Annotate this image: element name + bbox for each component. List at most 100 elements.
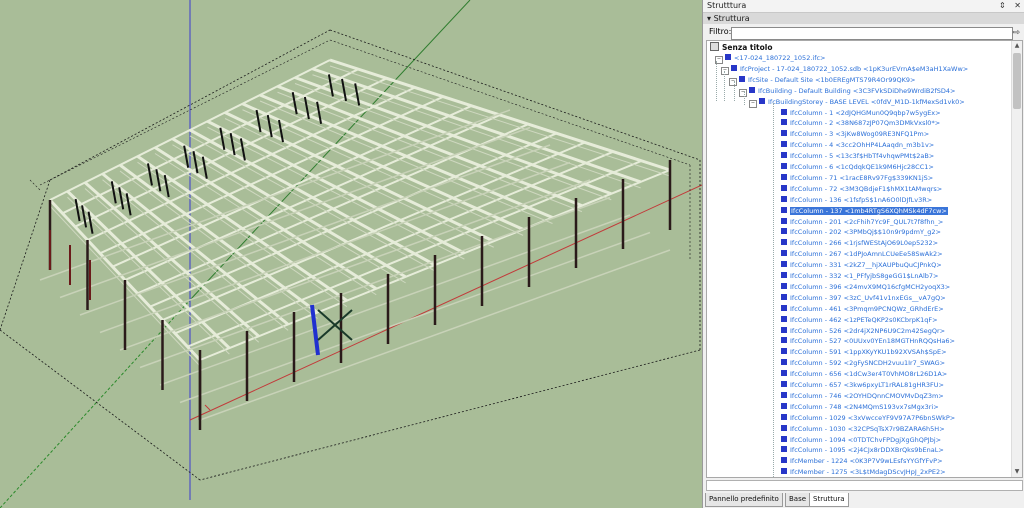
tree-branch-node[interactable]: − IfcProject - 17-024_180722_1052.sdb <1p… <box>721 64 969 75</box>
tree-leaf-node[interactable]: IfcColumn - 332 <1_PFfyjbS8geGG1$LnAlb7> <box>781 271 939 281</box>
pin-icon[interactable]: ⇕ <box>999 1 1006 10</box>
node-label: IfcProject - 17-024_180722_1052.sdb <1pK… <box>740 64 969 73</box>
tree-leaf-node[interactable]: IfcMember - 1275 <3L$tMdagDScvJHpJ_2xPE2… <box>781 467 946 477</box>
tree-guide-line <box>716 61 717 101</box>
tree-leaf-node[interactable]: IfcColumn - 462 <1zPETeQKP2s0KCbrpK1qF> <box>781 315 938 325</box>
structure-tree[interactable]: Senza titolo ▲ ▼ − <17-024_180722_1052.if… <box>706 40 1023 478</box>
tree-branch-node[interactable]: − IfcBuilding - Default Building <3C3FVkS… <box>739 86 956 97</box>
tree-scrollbar[interactable]: ▲ ▼ <box>1011 41 1022 477</box>
building-model[interactable] <box>0 0 702 508</box>
filter-input[interactable] <box>731 27 1013 40</box>
tab-structure[interactable]: Struttura <box>809 493 849 507</box>
tree-root[interactable]: Senza titolo <box>710 42 772 52</box>
node-label: IfcColumn - 656 <1dCw3er4T0VhMO8rL26D1A> <box>790 370 948 379</box>
node-label: IfcColumn - 137 <1mb4RTgS6XQhMSk4dF7cw> <box>790 206 948 215</box>
ifc-entity-icon <box>781 326 787 333</box>
node-label: IfcColumn - 1029 <3xVwcceYF9V97A7P6bnSWk… <box>790 413 956 422</box>
tree-leaf-node[interactable]: IfcColumn - 526 <2dr4jX2NP6U9C2m42SegQr> <box>781 326 945 336</box>
collapse-icon[interactable]: − <box>729 77 737 86</box>
clear-filter-icon[interactable]: ⇨ <box>1012 26 1020 40</box>
ifc-entity-icon <box>749 86 755 93</box>
ifc-entity-icon <box>739 75 745 82</box>
node-label: IfcColumn - 462 <1zPETeQKP2s0KCbrpK1qF> <box>790 315 938 324</box>
tree-leaf-node[interactable]: IfcColumn - 396 <24mvX9MQ16cfgMCH2yoqX3> <box>781 282 950 292</box>
collapse-icon[interactable]: − <box>749 99 757 108</box>
tree-leaf-node[interactable]: IfcColumn - 136 <1fsfpS$1nA6O0lDJfLv3R> <box>781 195 932 205</box>
collapse-icon[interactable]: − <box>739 88 747 97</box>
node-label: IfcColumn - 397 <3zC_Uvf41v1nxEGs__vA7gQ… <box>790 293 946 302</box>
tree-leaf-node[interactable]: IfcColumn - 592 <2gFySNCDH2vuu1Ir7_SWAG> <box>781 358 945 368</box>
root-label: Senza titolo <box>722 43 773 52</box>
tree-leaf-node[interactable]: IfcColumn - 266 <1rjsfWEStAjO69L0ep5232> <box>781 238 938 248</box>
ifc-entity-icon <box>781 130 787 137</box>
tree-leaf-node[interactable]: IfcColumn - 5 <13c3f$HbTf4vhqwPMt$2aB> <box>781 151 934 161</box>
tab-default-panel[interactable]: Pannello predefinito <box>705 493 783 507</box>
tree-leaf-node[interactable]: IfcColumn - 4 <3cc2OhHP4LAaqdn_m3b1v> <box>781 140 934 150</box>
tree-leaf-node[interactable]: IfcColumn - 527 <0UUxv0YEn18MGTHnRQQsHa6… <box>781 336 955 346</box>
tree-branch-node[interactable]: − IfcSite - Default Site <1b0EREgMTS79R4O… <box>729 75 916 86</box>
tree-leaf-node[interactable]: IfcColumn - 1030 <32CPSqTsX7r9BZARA6h5H> <box>781 424 945 434</box>
ifc-entity-icon <box>781 282 787 289</box>
node-label: IfcColumn - 748 <2N4MQmS193vx7sMgx3ri> <box>790 402 939 411</box>
tree-leaf-node[interactable]: IfcColumn - 746 <2OYHDQnnCMOVMvDqZ3m> <box>781 391 944 401</box>
node-label: IfcColumn - 1030 <32CPSqTsX7r9BZARA6h5H> <box>790 424 945 433</box>
section-header[interactable]: ▾ Struttura <box>703 13 1024 24</box>
tree-leaf-node[interactable]: IfcColumn - 657 <3kw6pxyLT1rRAL81gHR3FU> <box>781 380 944 390</box>
filter-row: Filtro: ⇨ <box>703 25 1024 40</box>
node-label: IfcSite - Default Site <1b0EREgMTS79R4Or… <box>748 75 916 84</box>
tree-leaf-node[interactable]: IfcColumn - 267 <1dPJoAmnLCUeEe58SwAk2> <box>781 249 943 259</box>
scroll-thumb[interactable] <box>1013 53 1021 109</box>
tree-guide-line <box>724 71 725 101</box>
tree-leaf-node[interactable]: IfcColumn - 72 <3M3QBdjeF1$hMX1tAMwqrs> <box>781 184 942 194</box>
tree-leaf-node[interactable]: IfcColumn - 1094 <0TDTChvFPDgjXgGhQPJbj> <box>781 435 941 445</box>
node-label: IfcColumn - 136 <1fsfpS$1nA6O0lDJfLv3R> <box>790 195 933 204</box>
ifc-entity-icon <box>781 250 787 257</box>
scroll-down-icon[interactable]: ▼ <box>1013 468 1021 476</box>
node-label: IfcMember - 1224 <0K3P7V9wLEsfsYYGfYFvP> <box>790 457 943 466</box>
close-icon[interactable]: ✕ <box>1014 1 1021 10</box>
ifc-entity-icon <box>781 348 787 355</box>
node-label: <17-024_180722_1052.ifc> <box>734 54 826 62</box>
tree-leaf-node[interactable]: IfcColumn - 71 <1racE8Rv97Fg$339KN1jS> <box>781 173 933 183</box>
tree-branch-node[interactable]: − IfcBuildingStorey - BASE LEVEL <0fdV_M1… <box>749 97 965 108</box>
ifc-entity-icon <box>781 206 787 213</box>
tree-leaf-node[interactable]: IfcColumn - 1029 <3xVwcceYF9V97A7P6bnSWk… <box>781 413 955 423</box>
node-label: IfcColumn - 5 <13c3f$HbTf4vhqwPMt$2aB> <box>790 152 935 161</box>
node-label: IfcColumn - 526 <2dr4jX2NP6U9C2m42SegQr> <box>790 326 946 335</box>
scroll-up-icon[interactable]: ▲ <box>1013 42 1021 50</box>
tree-leaf-node[interactable]: IfcColumn - 748 <2N4MQmS193vx7sMgx3ri> <box>781 402 939 412</box>
tree-leaf-node[interactable]: IfcColumn - 656 <1dCw3er4T0VhMO8rL26D1A> <box>781 369 947 379</box>
tree-leaf-node[interactable]: IfcColumn - 137 <1mb4RTgS6XQhMSk4dF7cw> <box>781 206 948 216</box>
node-label: IfcBuilding - Default Building <3C3FVkSD… <box>758 86 956 95</box>
collapse-icon[interactable]: − <box>721 66 729 75</box>
tree-branch-node[interactable]: − <17-024_180722_1052.ifc> <box>715 53 826 64</box>
tree-leaf-node[interactable]: IfcColumn - 3 <3jKw8Wog09RE3NFQ1Pm> <box>781 129 929 139</box>
tree-leaf-node[interactable]: IfcColumn - 331 <2kZ7__hjXAUPbuQuCJPnkQ> <box>781 260 942 270</box>
tree-leaf-node[interactable]: IfcColumn - 397 <3zC_Uvf41v1nxEGs__vA7gQ… <box>781 293 946 303</box>
node-label: IfcColumn - 71 <1racE8Rv97Fg$339KN1jS> <box>790 173 934 182</box>
ifc-entity-icon <box>781 424 787 431</box>
ifc-entity-icon <box>781 337 787 344</box>
ifc-entity-icon <box>781 402 787 409</box>
tab-base[interactable]: Base <box>785 493 811 507</box>
tree-leaf-node[interactable]: IfcMember - 1224 <0K3P7V9wLEsfsYYGfYFvP> <box>781 456 943 466</box>
3d-viewport[interactable] <box>0 0 702 508</box>
tree-leaf-node[interactable]: IfcColumn - 2 <38N687zJP07Qm3DMkVxsl0*> <box>781 118 940 128</box>
ifc-entity-icon <box>781 184 787 191</box>
tree-leaf-node[interactable]: IfcColumn - 1 <2dJQHGMun0Q9qbp7w5ygEx> <box>781 108 941 118</box>
tree-leaf-node[interactable]: IfcColumn - 461 <3Pmqm9PCNQWz_GRhdErE> <box>781 304 944 314</box>
ifc-entity-icon <box>781 239 787 246</box>
ifc-entity-icon <box>781 228 787 235</box>
ifc-entity-icon <box>781 163 787 169</box>
tree-leaf-node[interactable]: IfcColumn - 1095 <2j4CJx8rDDXBrQks9bEnaL… <box>781 445 944 455</box>
ifc-entity-icon <box>781 446 787 453</box>
tree-leaf-node[interactable]: IfcColumn - 202 <3PMbQj$$10n9r9pdmY_g2> <box>781 227 941 237</box>
ifc-entity-icon <box>781 370 787 377</box>
tree-leaf-node[interactable]: IfcColumn - 201 <2cFhih7Yc9F_QUL7t7f8fhn… <box>781 217 943 227</box>
tree-leaf-node[interactable]: IfcColumn - 591 <1ppXKyYKU1b92XVSAh$SpE> <box>781 347 947 357</box>
tree-leaf-node[interactable]: IfcColumn - 6 <1cQdqkQE1k9M6Hjc28CC1> <box>781 162 934 172</box>
ifc-entity-icon <box>781 435 787 442</box>
panel-tabs: Pannello predefinito Base Struttura <box>703 493 1024 508</box>
node-label: IfcBuildingStorey - BASE LEVEL <0fdV_M1D… <box>768 97 965 106</box>
node-label: IfcColumn - 746 <2OYHDQnnCMOVMvDqZ3m> <box>790 391 944 400</box>
